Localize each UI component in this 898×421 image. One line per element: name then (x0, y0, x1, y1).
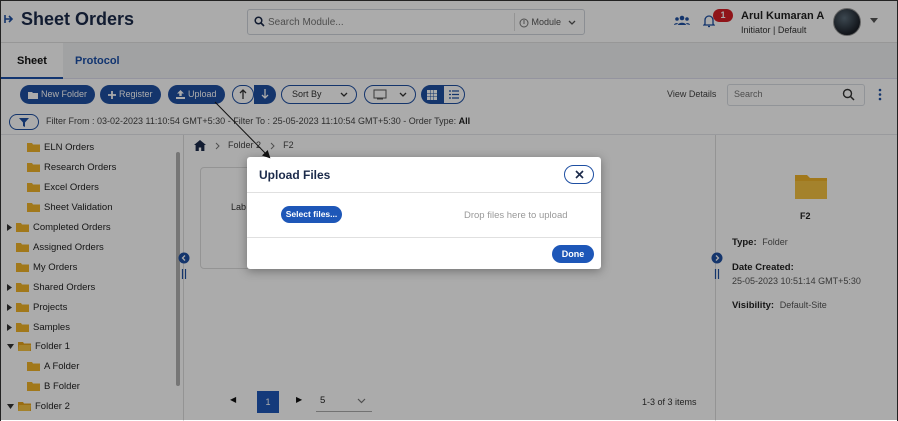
dialog-header: Upload Files (247, 157, 601, 193)
close-icon (574, 170, 584, 179)
done-button[interactable]: Done (552, 245, 594, 263)
close-button[interactable] (564, 165, 594, 184)
dialog-title: Upload Files (259, 168, 331, 182)
drop-zone-text[interactable]: Drop files here to upload (464, 210, 568, 221)
select-files-button[interactable]: Select files... (281, 206, 342, 223)
dialog-divider (247, 237, 601, 238)
upload-files-dialog: Upload Files Select files... Drop files … (247, 157, 601, 269)
